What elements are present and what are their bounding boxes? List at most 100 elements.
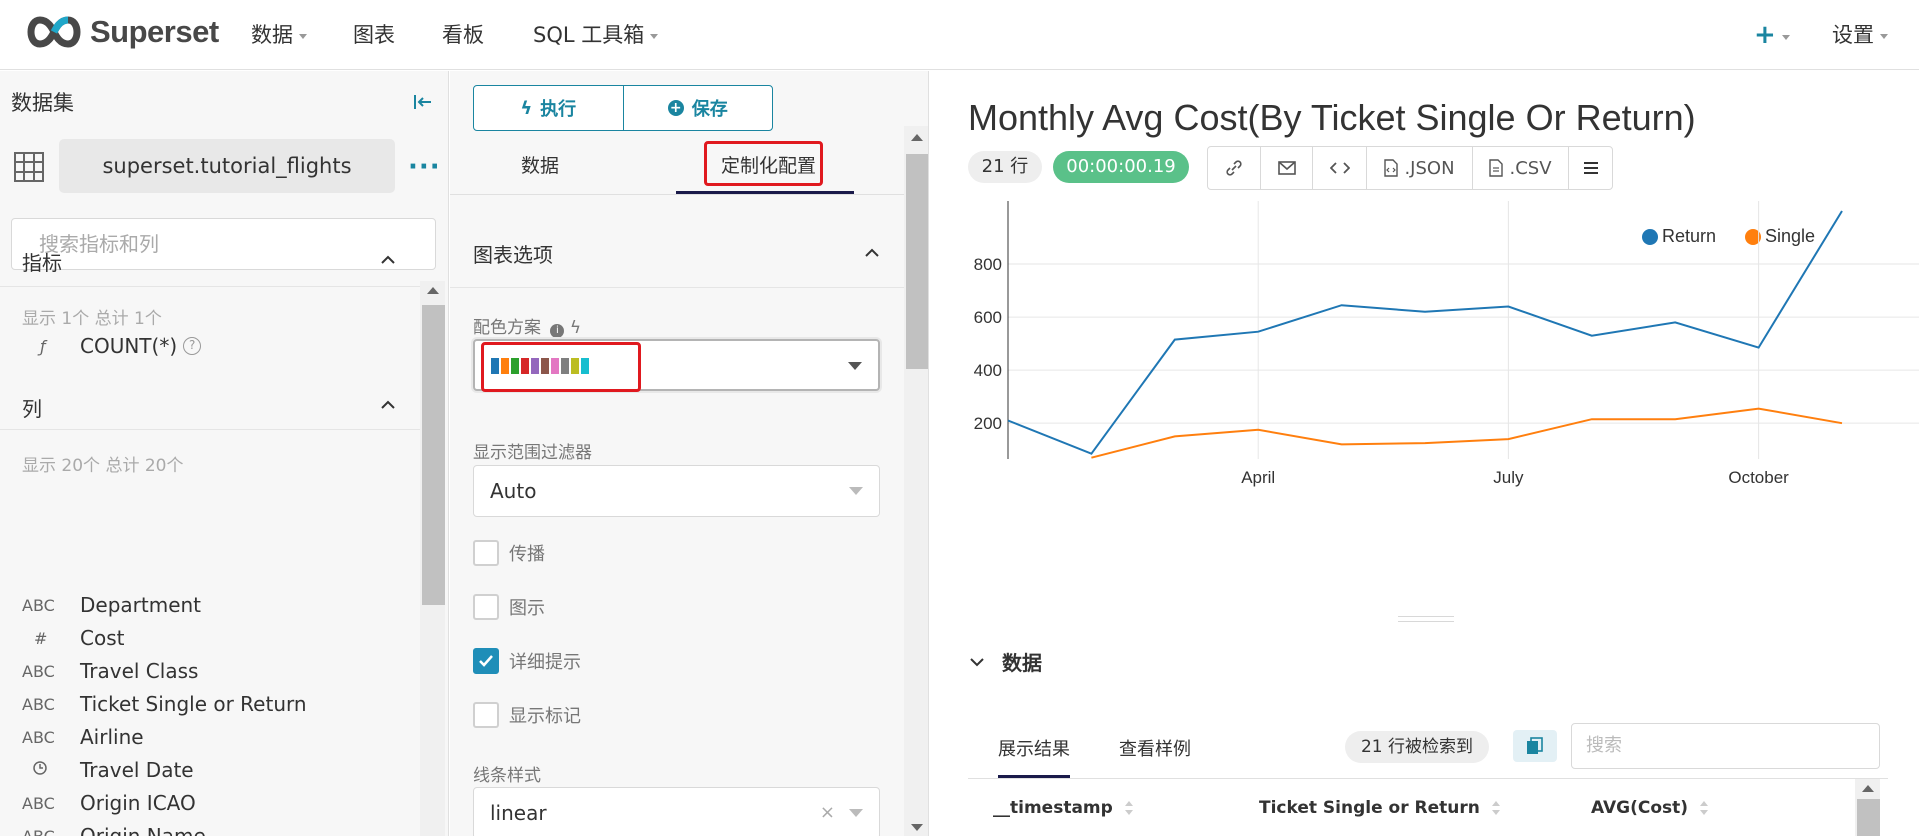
clock-icon (22, 760, 80, 780)
x-tick-label: July (1493, 468, 1524, 487)
checkbox-rich-tooltip[interactable]: 详细提示 (473, 647, 581, 675)
nav-charts[interactable]: 图表 (353, 20, 395, 50)
metrics-count: 显示 1个 总计 1个 (22, 309, 162, 329)
active-tab-indicator (676, 191, 854, 194)
run-button[interactable]: ϟ 执行 (474, 86, 623, 130)
y-tick-label: 800 (974, 255, 1002, 274)
tab-results[interactable]: 展示结果 (998, 735, 1070, 761)
column-name: Travel Date (80, 758, 194, 782)
more-options-icon[interactable]: ··· (408, 154, 441, 180)
scroll-down-icon[interactable] (911, 824, 923, 831)
column-header-label: AVG(Cost) (1591, 798, 1689, 818)
save-button[interactable]: + 保存 (622, 86, 773, 130)
metric-item[interactable]: ƒ COUNT(*) ? (22, 331, 202, 361)
chevron-up-icon[interactable] (862, 243, 882, 263)
bolt-icon: ϟ (569, 318, 582, 338)
checkbox[interactable] (473, 540, 499, 566)
chart-options-header[interactable]: 图表选项 (473, 239, 553, 268)
line-chart[interactable]: 200 400 600 800 April July October (930, 71, 1919, 511)
chevron-down-icon (299, 33, 307, 39)
checkbox-label: 传播 (509, 544, 545, 565)
checkbox[interactable] (473, 594, 499, 620)
color-scheme-label: 配色方案 i ϟ (473, 313, 581, 338)
superset-logo[interactable]: Superset (22, 14, 219, 50)
table-divider (968, 778, 1888, 779)
tab-data[interactable]: 数据 (521, 151, 559, 178)
chevron-down-icon (1781, 34, 1790, 40)
table-header-avg-cost[interactable]: AVG(Cost) (1591, 798, 1709, 818)
column-item[interactable]: ABC Travel Class (22, 656, 198, 686)
string-type-icon: ABC (22, 595, 55, 615)
line-style-select[interactable]: linear × (473, 787, 880, 836)
checkbox[interactable] (473, 702, 499, 728)
run-label: 执行 (540, 99, 577, 120)
scroll-up-icon[interactable] (427, 287, 439, 294)
sort-icon (1124, 801, 1133, 815)
scroll-up-icon[interactable] (1862, 785, 1874, 792)
y-tick-label: 200 (974, 414, 1002, 433)
chevron-up-icon[interactable] (378, 250, 398, 270)
checkbox-rich-tooltip-propagate[interactable]: 传播 (473, 539, 545, 567)
nav-dashboards[interactable]: 看板 (442, 20, 484, 50)
nav-sql-label: SQL 工具箱 (533, 23, 645, 47)
metrics-section-header[interactable]: 指标 (22, 247, 62, 276)
settings-menu[interactable]: 设置 (1832, 20, 1888, 50)
nav-dashboards-label: 看板 (442, 23, 484, 47)
resize-handle[interactable] (1398, 616, 1454, 622)
control-panel-scrollbar[interactable] (904, 126, 928, 836)
column-name: Travel Class (80, 659, 199, 683)
tab-samples[interactable]: 查看样例 (1119, 735, 1191, 761)
scrollbar-thumb[interactable] (906, 154, 928, 369)
scroll-up-icon[interactable] (911, 134, 923, 141)
columns-section-header[interactable]: 列 (22, 393, 42, 422)
column-item[interactable]: ABC Department (22, 590, 201, 620)
checkbox-show-markers[interactable]: 显示标记 (473, 701, 581, 729)
column-name: Origin Name (80, 824, 206, 836)
range-filter-select[interactable]: Auto (473, 465, 880, 517)
nav-sql-menu[interactable]: SQL 工具箱 (533, 20, 659, 50)
checkbox-label: 显示标记 (509, 706, 581, 727)
dropdown-arrow-icon (848, 362, 862, 370)
data-search-input[interactable]: 搜索 (1571, 723, 1880, 769)
copy-button[interactable] (1513, 730, 1557, 762)
nav-charts-label: 图表 (353, 23, 395, 47)
table-header-ticket[interactable]: Ticket Single or Return (1259, 798, 1500, 818)
table-scrollbar[interactable] (1855, 779, 1880, 836)
data-section-header[interactable]: 数据 (968, 647, 1042, 676)
dataset-panel-scrollbar[interactable] (420, 281, 445, 836)
metric-name: COUNT(*) (80, 334, 178, 358)
column-header-label: __timestamp (993, 798, 1113, 818)
column-item[interactable]: ABC Origin ICAO (22, 788, 196, 818)
table-header-timestamp[interactable]: __timestamp (993, 798, 1133, 818)
chevron-up-icon[interactable] (378, 395, 398, 415)
metrics-columns-search-input[interactable]: 搜索指标和列 (11, 218, 436, 270)
scrollbar-thumb[interactable] (1857, 799, 1880, 836)
plus-menu[interactable]: + (1754, 20, 1790, 50)
help-icon: ? (183, 337, 202, 355)
string-type-icon: ABC (22, 694, 55, 714)
column-item[interactable]: ABC Origin Name (22, 821, 206, 836)
superset-logo-icon (27, 16, 81, 48)
column-name: Cost (80, 626, 125, 650)
line-style-label: 线条样式 (473, 766, 541, 786)
scrollbar-thumb[interactable] (422, 305, 445, 605)
column-item[interactable]: ABC Airline (22, 722, 144, 752)
checkbox-legend[interactable]: 图示 (473, 593, 545, 621)
control-panel: ϟ 执行 + 保存 数据 定制化配置 图表选项 配色方案 i ϟ 显示范围过滤器 A… (450, 71, 929, 836)
column-item[interactable]: # Cost (22, 623, 124, 653)
dataset-panel-title: 数据集 (11, 91, 74, 115)
line-style-value: linear (490, 801, 547, 825)
copy-icon (1527, 737, 1543, 754)
dataset-name[interactable]: superset.tutorial_flights (59, 139, 395, 193)
checkbox-checked[interactable] (473, 648, 499, 674)
nav-data-menu[interactable]: 数据 (251, 20, 307, 50)
plus-icon: + (1754, 20, 1776, 50)
clear-icon[interactable]: × (820, 788, 835, 836)
collapse-panel-icon[interactable] (412, 91, 434, 113)
numeric-type-icon: # (34, 628, 48, 648)
column-item[interactable]: Travel Date (22, 755, 194, 785)
column-header-label: Ticket Single or Return (1259, 798, 1480, 818)
range-filter-value: Auto (490, 479, 537, 503)
sort-icon (1700, 801, 1709, 815)
column-item[interactable]: ABC Ticket Single or Return (22, 689, 307, 719)
